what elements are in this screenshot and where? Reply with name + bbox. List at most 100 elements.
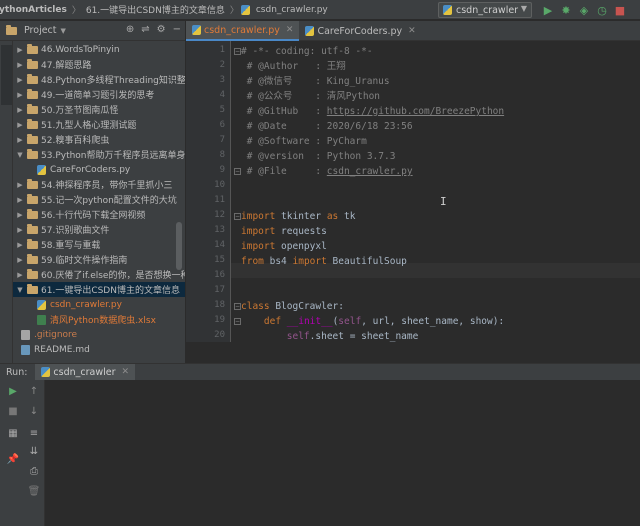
code-token: # @Author : 王翔 [241, 61, 346, 72]
collapse-icon[interactable]: ⇌ [141, 24, 149, 35]
tree-item[interactable]: ▶ 54.神探程序员，带你千里抓小三 [13, 177, 185, 192]
breadcrumb-separator: 〉 [229, 6, 239, 16]
tree-item[interactable]: ▶ 52.糗事百科爬虫 [13, 132, 185, 147]
scroll-to-end-icon[interactable]: ⇊ [27, 444, 41, 458]
tab-care-for-coders[interactable]: CareForCoders.py ✕ [299, 21, 421, 41]
python-file-icon [37, 299, 46, 310]
chevron-right-icon[interactable]: ▶ [15, 61, 25, 69]
clear-icon[interactable]: 🗑 [27, 484, 41, 498]
code-token: # @Date : 2020/6/18 23:56 [241, 121, 413, 132]
fold-icon[interactable]: − [234, 48, 241, 55]
code-token: .sheet = sheet_name [309, 331, 419, 342]
breadcrumb-folder[interactable]: 61.一键导出CSDN博主的文章信息 [83, 3, 228, 16]
hide-icon[interactable]: − [173, 24, 181, 35]
chevron-right-icon[interactable]: ▶ [15, 76, 25, 84]
tree-item[interactable]: 清风Python数据爬虫.xlsx [13, 312, 185, 327]
folder-icon [27, 223, 38, 234]
tree-item-label: README.md [34, 344, 90, 355]
chevron-right-icon[interactable]: ▶ [15, 121, 25, 129]
line-number: 18 [214, 300, 225, 310]
folder-icon [27, 103, 38, 114]
gear-icon[interactable]: ⚙ [157, 24, 166, 35]
run-configuration-select[interactable]: csdn_crawler ▼ [438, 2, 532, 18]
tree-item[interactable]: ▶ 47.解题思路 [13, 57, 185, 72]
run-tab[interactable]: csdn_crawler ✕ [35, 363, 136, 381]
fold-icon[interactable]: − [234, 168, 241, 175]
folder-icon [27, 148, 38, 159]
python-file-icon [41, 367, 51, 377]
tree-item[interactable]: ▶ 49.一道简单习题引发的思考 [13, 87, 185, 102]
tree-item[interactable]: ▶ 56.十行代码下载全网视频 [13, 207, 185, 222]
tree-item-label: 58.重写与重载 [41, 241, 101, 251]
tree-item[interactable]: ▶ 46.WordsToPinyin [13, 42, 185, 57]
close-icon[interactable]: ✕ [286, 25, 294, 35]
chevron-right-icon[interactable]: ▶ [15, 91, 25, 99]
stop-icon[interactable]: ■ [613, 3, 627, 17]
fold-icon[interactable]: − [234, 303, 241, 310]
layout-icon[interactable]: ▦ [6, 426, 20, 440]
chevron-down-icon: ▼ [520, 4, 527, 13]
chevron-right-icon[interactable]: ▶ [15, 46, 25, 54]
chevron-right-icon[interactable]: ▶ [15, 256, 25, 264]
print-icon[interactable]: ⎙ [27, 464, 41, 478]
profile-icon[interactable]: ◷ [595, 3, 609, 17]
close-icon[interactable]: ✕ [122, 367, 130, 377]
chevron-right-icon[interactable]: ▶ [15, 241, 25, 249]
code-token: requests [275, 226, 327, 237]
close-icon[interactable]: ✕ [408, 26, 416, 36]
project-panel-title[interactable]: Project [24, 25, 57, 36]
tree-item[interactable]: ▶ 48.Python多线程Threading知识整 [13, 72, 185, 87]
stop-icon[interactable]: ■ [6, 404, 20, 418]
tree-item[interactable]: ▶ 59.临时文件操作指南 [13, 252, 185, 267]
line-number: 15 [214, 255, 225, 265]
chevron-right-icon[interactable]: ▶ [15, 196, 25, 204]
coverage-icon[interactable]: ◈ [577, 3, 591, 17]
chevron-right-icon[interactable]: ▶ [15, 136, 25, 144]
tree-item[interactable]: ▶ 58.重写与重载 [13, 237, 185, 252]
fold-icon[interactable]: − [234, 318, 241, 325]
chevron-right-icon[interactable]: ▶ [15, 271, 25, 279]
run-console[interactable] [0, 380, 640, 526]
tree-item[interactable]: ▶ 60.厌倦了if.else的你，是否想换一种 [13, 267, 185, 282]
chevron-down-icon[interactable]: ▼ [15, 286, 25, 294]
tree-item[interactable]: ▼ 53.Python帮助万千程序员远离单身 [13, 147, 185, 162]
fold-icon[interactable]: − [234, 213, 241, 220]
tree-item-label: 56.十行代码下载全网视频 [41, 211, 146, 221]
tree-scrollbar[interactable] [176, 222, 182, 270]
tree-item[interactable]: csdn_crawler.py [13, 297, 185, 312]
tree-item[interactable]: CareForCoders.py [13, 162, 185, 177]
chevron-right-icon[interactable]: ▶ [15, 211, 25, 219]
line-number: 20 [214, 330, 225, 340]
breadcrumb-project[interactable]: ythonArticles [0, 5, 70, 15]
navigation-bar: ythonArticles 〉 61.一键导出CSDN博主的文章信息 〉 csd… [0, 0, 640, 20]
line-number: 5 [219, 105, 225, 115]
run-icon[interactable]: ▶ [541, 3, 555, 17]
tree-item[interactable]: ▶ 50.万圣节图南瓜怪 [13, 102, 185, 117]
chevron-right-icon[interactable]: ▶ [15, 226, 25, 234]
chevron-right-icon[interactable]: ▶ [15, 181, 25, 189]
project-tool-tab[interactable] [1, 45, 12, 105]
tree-item[interactable]: ▶ 51.九型人格心理测试题 [13, 117, 185, 132]
scroll-up-icon[interactable]: ↑ [27, 384, 41, 398]
tree-item[interactable]: ▶ 57.识别歌曲文件 [13, 222, 185, 237]
tree-item[interactable]: ▶ 55.记一次python配置文件的大坑 [13, 192, 185, 207]
folder-icon [27, 43, 38, 54]
soft-wrap-icon[interactable]: ≡ [27, 426, 41, 440]
locate-icon[interactable]: ⊕ [126, 24, 134, 35]
tree-item-label: 53.Python帮助万千程序员远离单身 [41, 151, 185, 161]
tree-item[interactable]: ▼ 61.一键导出CSDN博主的文章信息 [13, 282, 185, 297]
debug-icon[interactable]: ✸ [559, 3, 573, 17]
breadcrumb-file[interactable]: csdn_crawler.py [253, 5, 331, 15]
tree-item[interactable]: .gitignore [13, 327, 185, 342]
chevron-down-icon[interactable]: ▼ [61, 27, 66, 35]
chevron-down-icon[interactable]: ▼ [15, 151, 25, 159]
chevron-right-icon[interactable]: ▶ [15, 106, 25, 114]
tree-item-label: 59.临时文件操作指南 [41, 256, 128, 266]
code-editor[interactable]: 1 2 3 4 5 6 7 8 9 10 11 12 13 14 15 16 17 18 19 20 I # -*- … [186, 41, 640, 342]
tree-item[interactable]: README.md [13, 342, 185, 357]
code-token: self [338, 316, 362, 327]
tab-csdn-crawler[interactable]: csdn_crawler.py ✕ [186, 21, 300, 41]
rerun-icon[interactable]: ▶ [6, 384, 20, 398]
pin-icon[interactable]: 📌 [6, 452, 20, 466]
scroll-down-icon[interactable]: ↓ [27, 404, 41, 418]
